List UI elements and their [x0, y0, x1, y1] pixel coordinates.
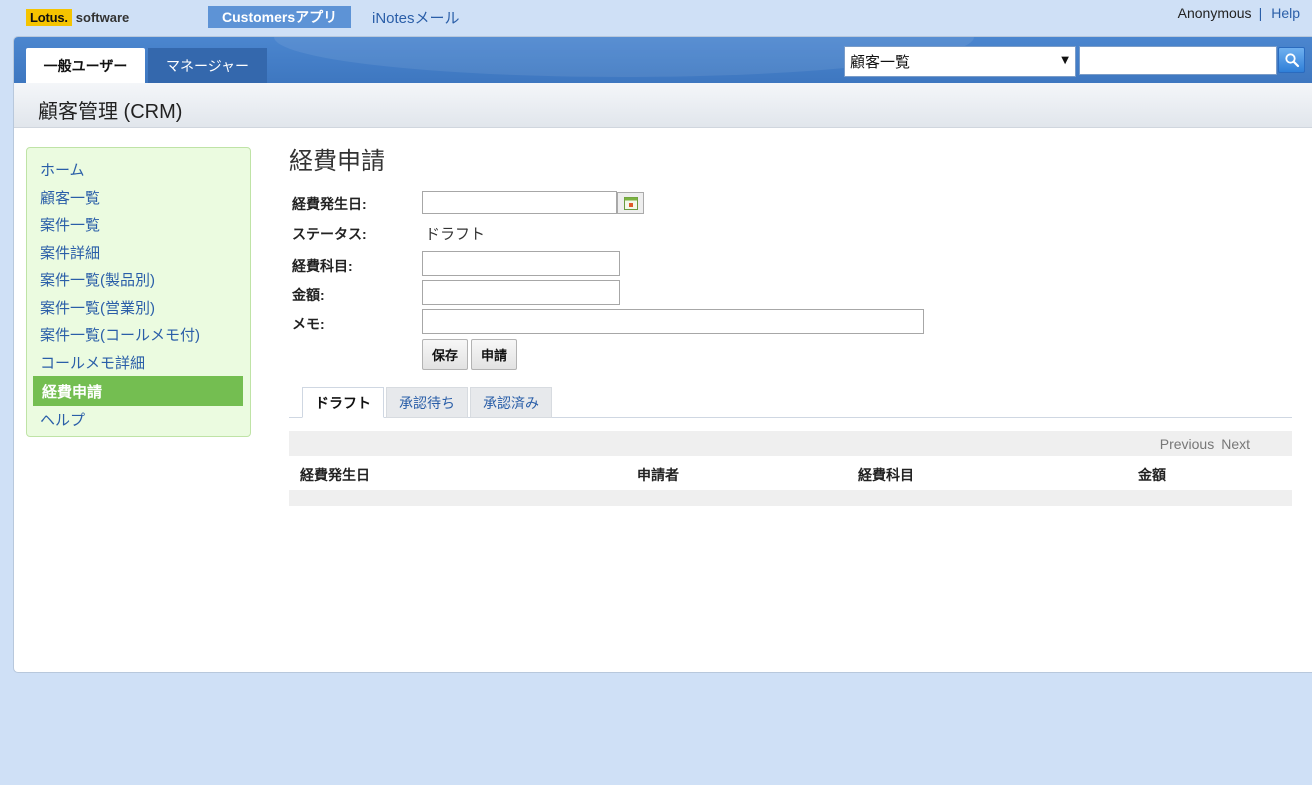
previous-link[interactable]: Previous: [1160, 436, 1214, 452]
tab-pending-approval[interactable]: 承認待ち: [386, 387, 468, 418]
magnifier-icon: [1284, 53, 1299, 68]
memo-label: メモ:: [292, 316, 325, 332]
pager-bar: Previous Next: [289, 431, 1292, 456]
app-tab-inotes[interactable]: iNotesメール: [372, 6, 460, 28]
view-select[interactable]: 顧客一覧 ▼: [844, 46, 1076, 77]
next-link[interactable]: Next: [1221, 436, 1250, 452]
logo-brand: Lotus.: [26, 8, 72, 26]
sidebar-item-deal-list[interactable]: 案件一覧: [27, 211, 250, 239]
role-tab-general-user[interactable]: 一般ユーザー: [26, 48, 145, 83]
amount-label: 金額:: [292, 287, 325, 303]
user-area: Anonymous | Help: [1178, 5, 1300, 21]
sidebar: ホーム 顧客一覧 案件一覧 案件詳細 案件一覧(製品別) 案件一覧(営業別) 案…: [26, 147, 251, 437]
user-name: Anonymous: [1177, 5, 1252, 21]
sidebar-item-deal-list-by-sales[interactable]: 案件一覧(営業別): [27, 294, 250, 322]
category-label: 経費科目:: [292, 258, 353, 274]
sidebar-item-help[interactable]: ヘルプ: [27, 406, 250, 434]
calendar-button[interactable]: [617, 192, 644, 214]
category-field[interactable]: [422, 251, 620, 276]
page-title: 経費申請: [289, 148, 385, 175]
logo-suffix: software: [75, 9, 130, 25]
column-header-applicant[interactable]: 申請者: [637, 465, 679, 485]
help-link[interactable]: Help: [1271, 5, 1300, 21]
search-button[interactable]: [1278, 47, 1305, 73]
search-input[interactable]: [1079, 46, 1277, 75]
tab-approved[interactable]: 承認済み: [470, 387, 552, 418]
top-banner: Lotus. software Customersアプリ iNotesメール A…: [0, 0, 1312, 34]
column-header-amount[interactable]: 金額: [1138, 465, 1166, 485]
expense-date-field[interactable]: [422, 191, 617, 214]
column-header-date[interactable]: 経費発生日: [300, 465, 370, 485]
column-header-category[interactable]: 経費科目: [858, 465, 914, 485]
sidebar-item-callmemo-detail[interactable]: コールメモ詳細: [27, 349, 250, 377]
sidebar-item-home[interactable]: ホーム: [27, 156, 250, 184]
status-label: ステータス:: [292, 226, 367, 242]
lotus-software-logo: Lotus. software: [26, 7, 129, 27]
table-header: 経費発生日 申請者 経費科目 金額: [289, 457, 1292, 490]
main-frame: 一般ユーザー マネージャー 顧客一覧 ▼ 顧客管理 (CRM) ホーム 顧客一覧…: [13, 36, 1312, 673]
sidebar-item-deal-detail[interactable]: 案件詳細: [27, 239, 250, 267]
table-footer: [289, 490, 1292, 506]
title-band: 顧客管理 (CRM): [14, 83, 1312, 128]
memo-field[interactable]: [422, 309, 924, 334]
expense-date-label: 経費発生日:: [292, 196, 367, 212]
app-title: 顧客管理 (CRM): [38, 101, 183, 123]
amount-field[interactable]: [422, 280, 620, 305]
dropdown-arrow-icon: ▼: [1061, 55, 1069, 66]
save-button[interactable]: 保存: [422, 339, 469, 370]
separator: |: [1258, 5, 1263, 21]
status-value: ドラフト: [425, 226, 486, 243]
sidebar-item-deal-list-with-callmemo[interactable]: 案件一覧(コールメモ付): [27, 321, 250, 349]
app-tab-customers[interactable]: Customersアプリ: [208, 6, 352, 28]
sidebar-item-customer-list[interactable]: 顧客一覧: [27, 184, 250, 212]
pager: Previous Next: [1160, 436, 1250, 452]
sidebar-item-expense-request[interactable]: 経費申請: [33, 376, 243, 406]
sidebar-item-deal-list-by-product[interactable]: 案件一覧(製品別): [27, 266, 250, 294]
submit-button[interactable]: 申請: [471, 339, 518, 370]
tab-draft[interactable]: ドラフト: [302, 387, 384, 418]
calendar-icon: [623, 197, 638, 210]
role-tab-manager[interactable]: マネージャー: [148, 48, 267, 83]
view-select-value: 顧客一覧: [850, 53, 911, 71]
